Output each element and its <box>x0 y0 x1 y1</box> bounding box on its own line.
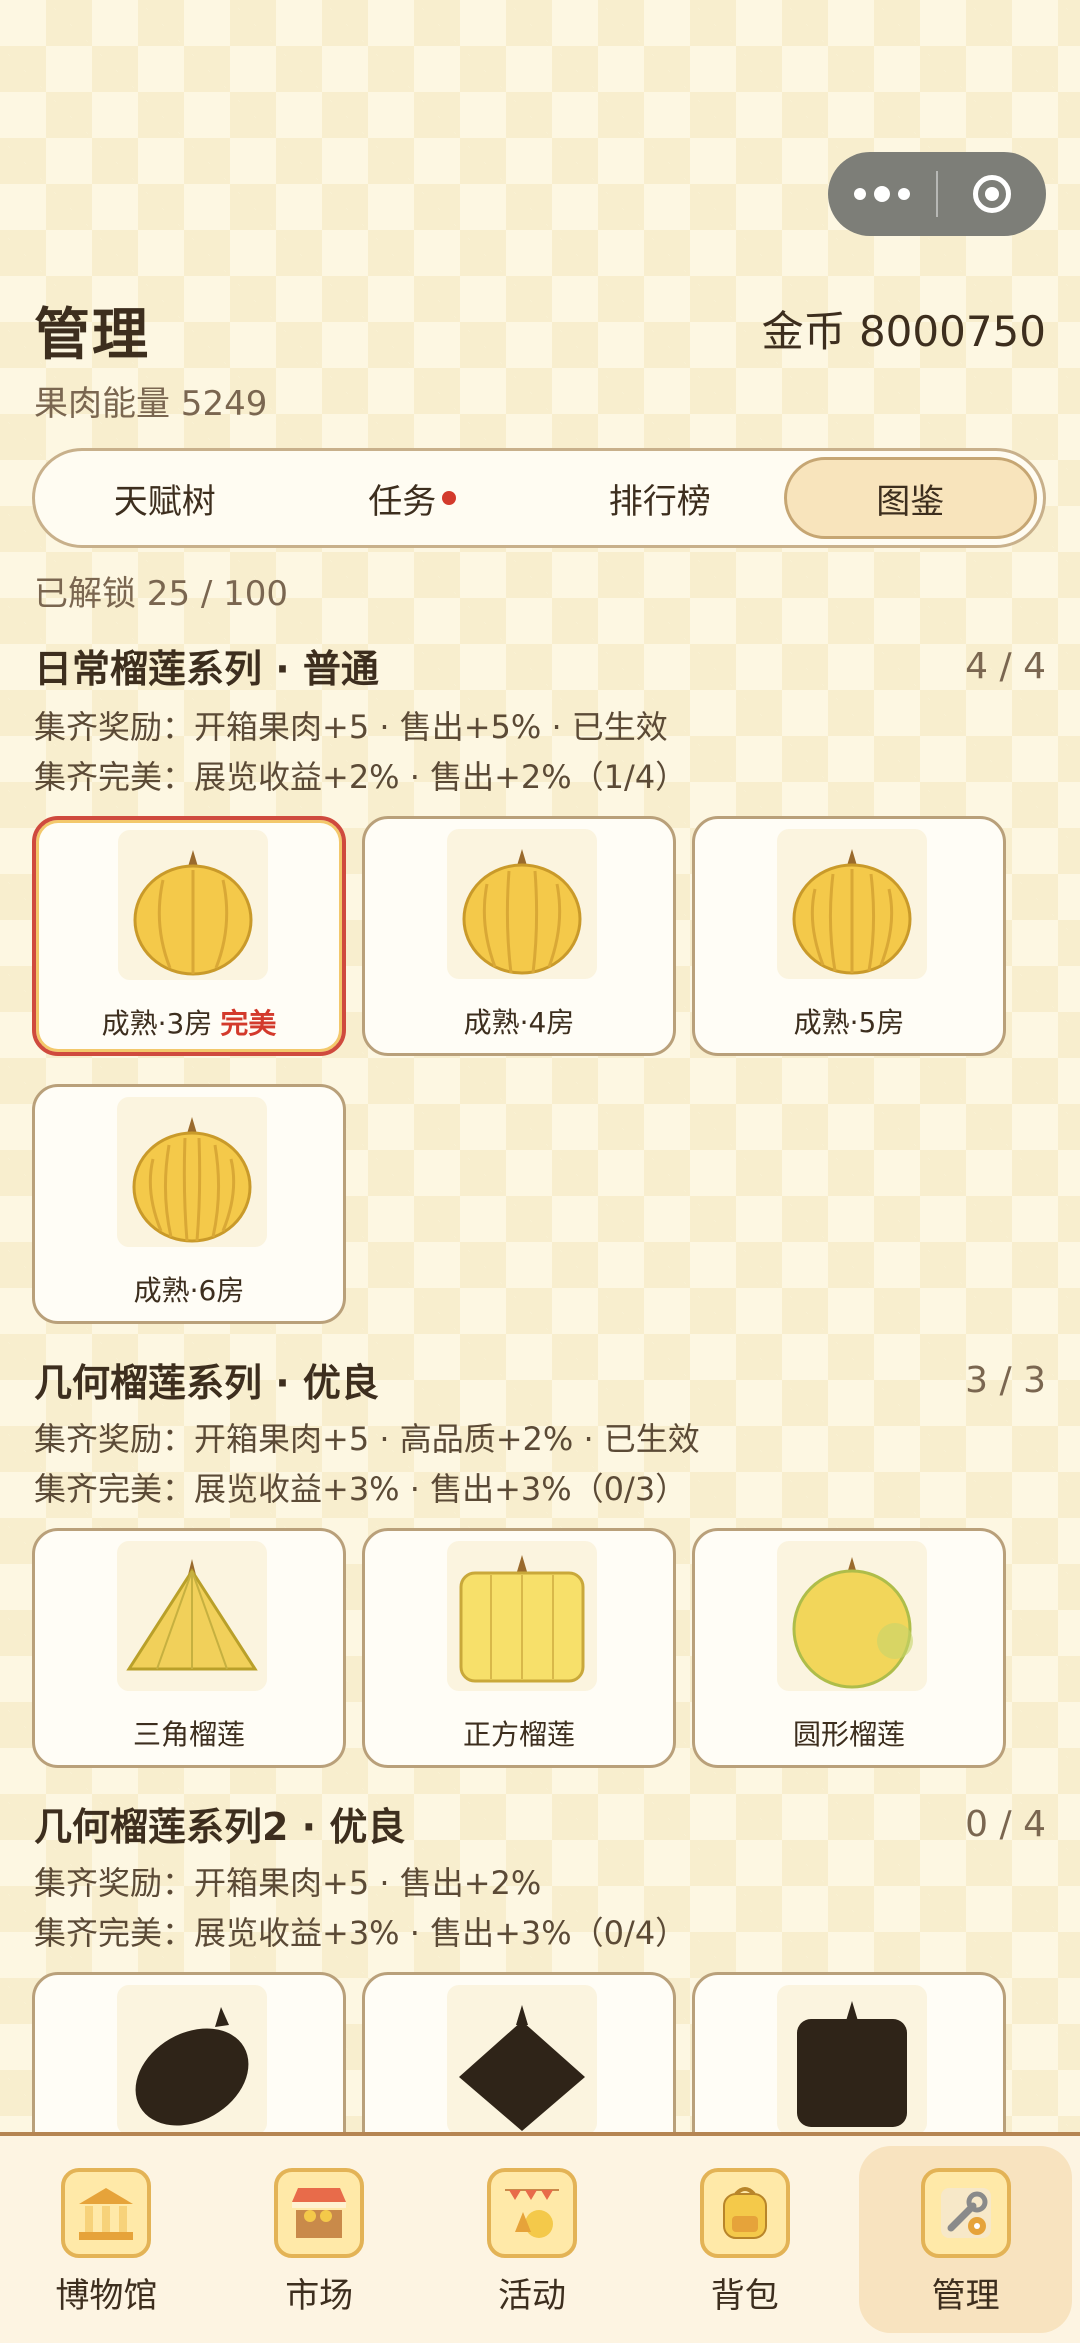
coin-balance: 金币 8000750 <box>761 307 1046 356</box>
series-count: 3 / 3 <box>965 1360 1046 1401</box>
tab-label: 任务 <box>368 481 437 522</box>
close-miniprogram-button[interactable] <box>938 175 1046 213</box>
museum-icon <box>61 2168 152 2258</box>
durian-square-icon <box>447 1541 597 1691</box>
nav-label: 活动 <box>497 2276 566 2316</box>
event-icon <box>486 2168 577 2258</box>
collection-card[interactable]: 成熟·3房 完美 <box>32 816 346 1056</box>
collection-card[interactable]: 成熟·5房 <box>692 816 1006 1056</box>
pulp-energy: 果肉能量 5249 <box>34 384 268 424</box>
tab-tasks[interactable]: 任务 <box>289 457 537 539</box>
series-reward: 集齐奖励：开箱果肉+5 · 售出+2% <box>34 1864 542 1902</box>
nav-museum[interactable]: 博物馆 <box>0 2136 213 2343</box>
series-title: 几何榴莲系列 · 优良 <box>34 1361 379 1405</box>
nav-label: 管理 <box>931 2276 1000 2316</box>
series-perfect: 集齐完美：展览收益+2% · 售出+2%（1/4） <box>34 758 688 796</box>
nav-market[interactable]: 市场 <box>213 2136 426 2343</box>
card-caption: 三角榴莲 <box>35 1713 343 1753</box>
notification-dot <box>442 491 457 505</box>
manage-icon <box>920 2168 1011 2258</box>
collection-card[interactable]: 三角榴莲 <box>32 1528 346 1768</box>
card-label: 成熟·5房 <box>793 1006 905 1039</box>
tab-label: 天赋树 <box>113 481 216 522</box>
more-menu-button[interactable] <box>828 152 936 236</box>
collection-card[interactable]: 圆形榴莲 <box>692 1528 1006 1768</box>
nav-manage[interactable]: 管理 <box>859 2146 1072 2333</box>
target-icon <box>973 175 1011 213</box>
card-caption: 成熟·6房 <box>35 1269 343 1309</box>
series-reward: 集齐奖励：开箱果肉+5 · 高品质+2% · 已生效 <box>34 1420 700 1458</box>
collection-card[interactable]: 正方榴莲 <box>362 1528 676 1768</box>
card-label: 圆形榴莲 <box>792 1718 905 1751</box>
backpack-icon <box>699 2168 790 2258</box>
series-count: 4 / 4 <box>965 646 1046 687</box>
more-dot-icon <box>854 188 866 200</box>
durian-round-icon <box>447 829 597 979</box>
series-count: 0 / 4 <box>965 1804 1046 1845</box>
durian-oval-silhouette-icon <box>117 1985 267 2135</box>
tab-bar: 天赋树 任务 排行榜 图鉴 <box>32 448 1046 548</box>
durian-circle-icon <box>777 1541 927 1691</box>
perfect-badge: 完美 <box>220 1007 277 1040</box>
nav-label: 市场 <box>285 2276 354 2316</box>
durian-round-icon <box>118 830 268 980</box>
card-label: 成熟·3房 <box>101 1007 213 1040</box>
page-title: 管理 <box>34 303 150 368</box>
nav-label: 博物馆 <box>55 2276 158 2316</box>
nav-label: 背包 <box>710 2276 779 2316</box>
durian-triangle-icon <box>117 1541 267 1691</box>
card-label: 成熟·6房 <box>133 1274 245 1307</box>
card-label: 三角榴莲 <box>132 1718 245 1751</box>
durian-round-icon <box>777 829 927 979</box>
series-title: 日常榴莲系列 · 普通 <box>34 647 379 691</box>
tab-leaderboard[interactable]: 排行榜 <box>536 457 784 539</box>
card-caption: 成熟·5房 <box>695 1001 1003 1041</box>
series-reward: 集齐奖励：开箱果肉+5 · 售出+5% · 已生效 <box>34 708 668 746</box>
durian-square-silhouette-icon <box>777 1985 927 2135</box>
unlocked-count: 已解锁 25 / 100 <box>34 574 289 614</box>
bottom-navigation: 博物馆 市场 活动 背包 管理 <box>0 2132 1080 2343</box>
series-perfect: 集齐完美：展览收益+3% · 售出+3%（0/4） <box>34 1914 688 1952</box>
card-label: 正方榴莲 <box>462 1718 575 1751</box>
tab-talent-tree[interactable]: 天赋树 <box>41 457 289 539</box>
card-caption: 成熟·4房 <box>365 1001 673 1041</box>
tab-label: 排行榜 <box>608 481 711 522</box>
market-icon <box>274 2168 365 2258</box>
card-caption: 正方榴莲 <box>365 1713 673 1753</box>
collection-card[interactable]: 成熟·6房 <box>32 1084 346 1324</box>
card-caption: 圆形榴莲 <box>695 1713 1003 1753</box>
tab-label: 图鉴 <box>876 481 945 522</box>
durian-round-icon <box>117 1097 267 1247</box>
collection-card[interactable]: 成熟·4房 <box>362 816 676 1056</box>
tab-collection[interactable]: 图鉴 <box>783 457 1037 539</box>
series-title: 几何榴莲系列2 · 优良 <box>34 1805 406 1849</box>
nav-backpack[interactable]: 背包 <box>638 2136 851 2343</box>
durian-diamond-silhouette-icon <box>447 1985 597 2135</box>
nav-events[interactable]: 活动 <box>426 2136 639 2343</box>
card-caption: 成熟·3房 完美 <box>36 1002 342 1042</box>
series-perfect: 集齐完美：展览收益+3% · 售出+3%（0/3） <box>34 1470 688 1508</box>
more-dot-icon <box>874 186 890 202</box>
card-label: 成熟·4房 <box>463 1006 575 1039</box>
more-dot-icon <box>898 188 910 200</box>
miniprogram-capsule <box>828 152 1046 236</box>
